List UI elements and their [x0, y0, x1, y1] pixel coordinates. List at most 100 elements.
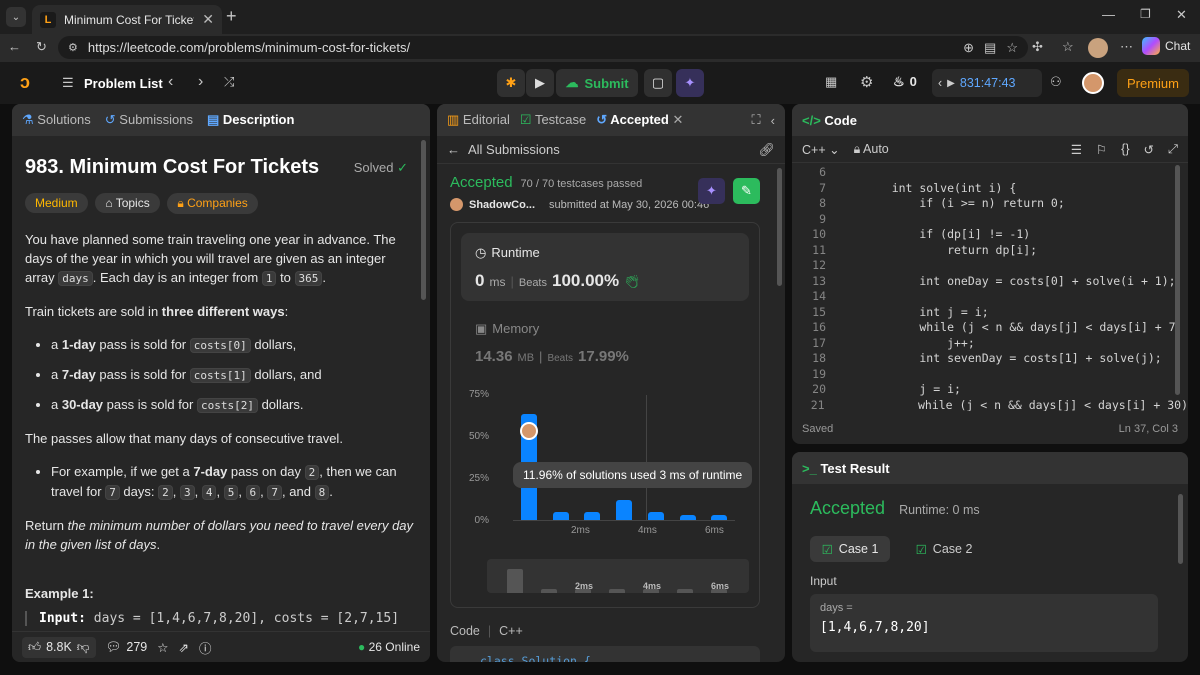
code-line[interactable]: 12	[792, 258, 1188, 274]
description-scrollbar[interactable]	[421, 140, 426, 300]
problem-list-link[interactable]: Problem List	[84, 76, 163, 91]
bookmark-icon[interactable]: ⚐	[1096, 142, 1107, 157]
close-window-icon[interactable]: ✕	[1176, 7, 1187, 23]
case-1-tab[interactable]: ☑ Case 1	[810, 536, 890, 562]
favorites-icon[interactable]: ☆	[1062, 39, 1074, 55]
close-tab-icon[interactable]: ✕	[672, 112, 683, 127]
leetcode-logo-icon[interactable]: ↄ	[20, 72, 30, 93]
minimize-icon[interactable]: —	[1102, 7, 1115, 22]
code-line[interactable]: 13 int oneDay = costs[0] + solve(i + 1);	[792, 274, 1188, 290]
new-tab-icon[interactable]: +	[226, 6, 237, 27]
tab-list-icon[interactable]: ⌄	[6, 7, 26, 27]
settings-gear-icon[interactable]: ⚙	[860, 73, 873, 91]
code-line[interactable]: 9	[792, 212, 1188, 228]
chart-bar[interactable]	[584, 511, 601, 520]
code-line[interactable]: 14	[792, 289, 1188, 305]
submit-button[interactable]: ☁ Submit	[556, 69, 638, 97]
code-line[interactable]: 16 while (j < n && days[j] < days[i] + 7…	[792, 320, 1188, 336]
favorite-star-icon[interactable]: ☆	[1006, 40, 1018, 56]
site-info-icon[interactable]: ⚙	[68, 41, 78, 54]
auto-mode[interactable]: 🔒︎ Auto	[854, 142, 889, 157]
code-line[interactable]: 6	[792, 165, 1188, 181]
code-line[interactable]: 18 int sevenDay = costs[1] + solve(j);	[792, 351, 1188, 367]
browser-tab[interactable]: L Minimum Cost For Tickets - LeetCo ✕	[32, 5, 222, 34]
layout-icon[interactable]: ▦	[825, 74, 837, 90]
code-line[interactable]: 17 j++;	[792, 336, 1188, 352]
chart-range-slider[interactable]: 2ms 4ms 6ms	[487, 559, 749, 593]
edit-note-button[interactable]: ✎	[733, 178, 760, 204]
runtime-card[interactable]: ◷ Runtime 0 ms | Beats 100.00% 👏︎	[461, 233, 749, 301]
comments-button[interactable]: 💬︎ 279	[106, 640, 148, 655]
test-result-tab[interactable]: >_ Test Result	[802, 461, 890, 476]
result-scrollbar[interactable]	[1178, 494, 1183, 564]
maximize-icon[interactable]: ❐	[1140, 7, 1151, 21]
tab-submissions[interactable]: ↺ Submissions	[105, 112, 193, 128]
code-line[interactable]: 10 if (dp[i] != -1)	[792, 227, 1188, 243]
username[interactable]: ShadowCo...	[469, 199, 535, 211]
add-friend-icon[interactable]: ⚇	[1050, 74, 1062, 90]
ai-analyze-button[interactable]: ✦	[698, 178, 725, 204]
language-select[interactable]: C++ ⌄	[802, 142, 840, 157]
editor-scrollbar[interactable]	[1175, 165, 1180, 395]
braces-icon[interactable]: {}	[1121, 142, 1129, 156]
tab-editorial[interactable]: ▥ Editorial	[447, 112, 510, 128]
ai-assistant-button[interactable]: ✦	[676, 69, 704, 97]
tab-solutions[interactable]: ⚗ Solutions	[22, 112, 91, 128]
topics-tag[interactable]: ⌂ Topics	[95, 193, 160, 213]
back-icon[interactable]: ←	[8, 39, 21, 54]
code-line[interactable]: 19	[792, 367, 1188, 383]
debug-button[interactable]: ✱	[497, 69, 525, 97]
format-icon[interactable]: ☰	[1071, 142, 1082, 157]
code-line[interactable]: 15 int j = i;	[792, 305, 1188, 321]
all-submissions-link[interactable]: All Submissions	[468, 142, 560, 157]
like-button[interactable]: 👍︎ 8.8K 👎︎	[22, 636, 96, 658]
chart-bar[interactable]	[616, 499, 633, 520]
url-field[interactable]: ⚙ https://leetcode.com/problems/minimum-…	[58, 36, 1028, 59]
chart-bar[interactable]	[711, 514, 728, 520]
shuffle-icon[interactable]: ⤮	[224, 74, 234, 90]
chart-bar[interactable]	[679, 514, 696, 520]
timer-widget[interactable]: ‹ ▶ 831:47:43	[932, 69, 1042, 97]
back-arrow-icon[interactable]: ←	[447, 142, 460, 157]
timer-back-icon[interactable]: ‹	[938, 76, 942, 90]
tab-accepted[interactable]: ↺ Accepted ✕	[596, 112, 683, 128]
run-button[interactable]: ▶	[526, 69, 554, 97]
code-line[interactable]: 7 int solve(int i) {	[792, 181, 1188, 197]
code-line[interactable]: 20 j = i;	[792, 382, 1188, 398]
notes-button[interactable]: ▢	[644, 69, 672, 97]
code-line[interactable]: 21 while (j < n && days[j] < days[i] + 3…	[792, 398, 1188, 412]
code-line[interactable]: 11 return dp[i];	[792, 243, 1188, 259]
reset-icon[interactable]: ↺	[1144, 142, 1154, 157]
companies-tag[interactable]: 🔒︎ Companies	[167, 193, 258, 214]
share-icon[interactable]: ⇗	[178, 640, 188, 655]
help-icon[interactable]: ⓘ	[199, 638, 212, 657]
tab-testcase[interactable]: ☑ Testcase	[520, 112, 586, 128]
reload-icon[interactable]: ↻	[36, 39, 47, 55]
link-icon[interactable]: 🔗︎	[758, 142, 775, 158]
copilot-chat-button[interactable]: Chat	[1142, 37, 1190, 55]
thumbs-down-icon[interactable]: 👎︎	[77, 640, 90, 655]
user-avatar[interactable]	[1082, 72, 1104, 94]
reader-icon[interactable]: ▤	[984, 40, 996, 56]
more-menu-icon[interactable]: ⋯	[1120, 39, 1133, 55]
chart-bar[interactable]	[552, 511, 569, 520]
premium-button[interactable]: Premium	[1117, 69, 1189, 97]
memory-card[interactable]: ▣ Memory 14.36 MB | Beats 17.99%	[461, 311, 749, 369]
next-problem-icon[interactable]: ›	[198, 73, 203, 91]
code-area[interactable]: 67 int solve(int i) {8 if (i >= n) retur…	[792, 163, 1188, 411]
timer-play-icon[interactable]: ▶	[947, 78, 955, 89]
code-line[interactable]: 8 if (i >= n) return 0;	[792, 196, 1188, 212]
zoom-icon[interactable]: ⊕	[963, 40, 974, 56]
star-icon[interactable]: ☆	[157, 640, 168, 655]
submission-scrollbar[interactable]	[777, 168, 782, 286]
profile-avatar[interactable]	[1088, 38, 1108, 58]
fullscreen-icon[interactable]: ⛶	[752, 112, 761, 128]
streak-counter[interactable]: ♨ 0	[893, 74, 917, 90]
expand-icon[interactable]: ⤢	[1168, 142, 1178, 157]
extensions-icon[interactable]: ✣	[1032, 39, 1043, 55]
tab-description[interactable]: ▤ Description	[207, 112, 294, 128]
close-tab-icon[interactable]: ✕	[202, 11, 214, 28]
difficulty-tag[interactable]: Medium	[25, 193, 88, 213]
case-2-tab[interactable]: ☑ Case 2	[904, 536, 984, 562]
prev-problem-icon[interactable]: ‹	[168, 73, 173, 91]
